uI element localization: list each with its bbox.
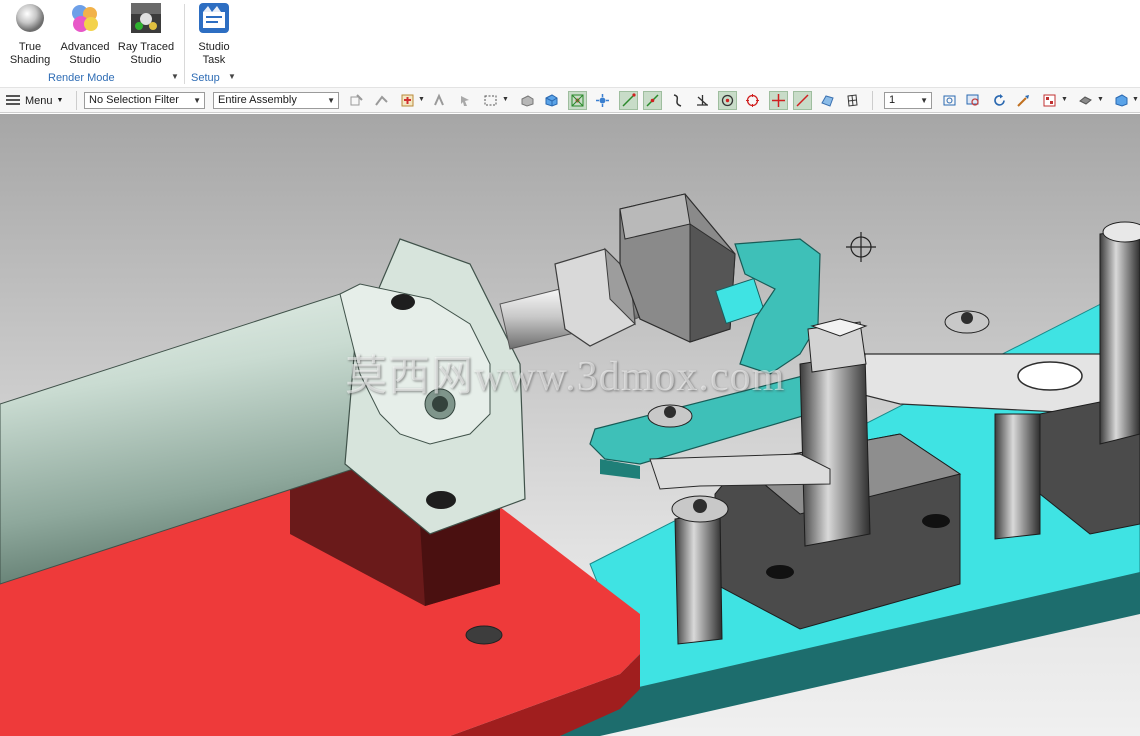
selection-filter-dropdown[interactable]: No Selection Filter ▼ [84,92,205,109]
orient-view-icon[interactable] [1112,91,1131,110]
snap-pattern-icon[interactable] [593,91,612,110]
layer-chevron-icon: ▼ [920,96,928,105]
watermark-text: 莫西网www.3dmox.com [345,354,786,400]
ray-traced-studio-label: Ray Traced Studio [117,41,175,66]
snap-existing-point-icon[interactable] [769,91,788,110]
selection-toolbar: Menu ▼ No Selection Filter ▼ Entire Asse… [0,88,1140,113]
menu-button[interactable]: Menu ▼ [5,92,63,109]
follow-selection-icon[interactable] [430,91,449,110]
ribbon-separator [184,4,185,84]
true-shading-icon [16,4,44,32]
menu-dropdown-icon: ▼ [56,97,64,104]
snap-curve-icon[interactable] [668,91,687,110]
display-mode-dropdown-icon[interactable]: ▼ [1061,96,1068,103]
select-pointer-icon[interactable] [456,91,475,110]
mount-hole-bottom [426,491,456,509]
snap-arc-center-icon[interactable] [718,91,737,110]
snap-endpoint-icon[interactable] [619,91,638,110]
studio-task-label: Studio Task [198,41,230,66]
clamp-post-left [674,511,723,645]
rotate-view-icon[interactable] [990,91,1009,110]
snap-body-icon[interactable] [518,91,537,110]
mount-hole-top [391,294,415,310]
snap-bounded-grid-icon[interactable] [843,91,862,110]
link-arm-left [649,453,831,490]
orient-view-dropdown-icon[interactable]: ▼ [1132,96,1139,103]
true-shading-label: True Shading [9,41,51,66]
selection-intent-dropdown-icon[interactable]: ▼ [418,96,425,103]
graphics-viewport[interactable]: 莫西网www.3dmox.com [0,114,1140,736]
ribbon: True Shading Advanced Studio Ray Traced … [0,0,1140,88]
advanced-studio-label: Advanced Studio [60,41,110,66]
rectangle-select-dropdown-icon[interactable]: ▼ [502,96,509,103]
select-feature-icon[interactable] [347,91,366,110]
crosshair-cursor-icon [846,232,876,262]
setup-expand-icon[interactable]: ▼ [228,72,236,81]
clamp-base-hole [766,565,794,579]
rendering-style-icon[interactable] [1076,91,1095,110]
toolbar-separator [76,91,77,110]
base-plate-hole [465,625,503,645]
snap-quadrant-icon[interactable] [743,91,762,110]
snap-point-icon[interactable] [568,91,587,110]
studio-task-button[interactable]: Studio Task [190,2,238,67]
setup-group-label: Setup [191,72,220,84]
cad-assembly-scene [0,193,1140,736]
zoom-view-icon[interactable] [964,91,983,110]
ray-traced-studio-icon [131,3,161,33]
pan-view-icon[interactable] [1014,91,1033,110]
menu-label: Menu [25,94,53,107]
layer-value: 1 [889,94,896,106]
true-shading-button[interactable]: True Shading [6,2,54,67]
render-mode-expand-icon[interactable]: ▼ [171,72,179,81]
menu-icon [6,95,20,105]
fit-view-icon[interactable] [940,91,959,110]
snap-on-face-icon[interactable] [818,91,837,110]
selection-intent-icon[interactable] [398,91,417,110]
advanced-studio-icon [72,5,98,32]
scope-value: Entire Assembly [218,94,297,106]
rendering-style-dropdown-icon[interactable]: ▼ [1097,96,1104,103]
clamp-post-main [799,353,871,547]
display-mode-icon[interactable] [1040,91,1059,110]
scope-dropdown[interactable]: Entire Assembly ▼ [213,92,339,109]
selection-filter-value: No Selection Filter [89,94,179,106]
snap-solid-icon[interactable] [542,91,561,110]
scope-chevron-icon: ▼ [327,96,335,105]
selection-filter-chevron-icon: ▼ [193,96,201,105]
snap-midpoint-icon[interactable] [643,91,662,110]
setup-group: Studio Task Setup ▼ [186,0,242,86]
snap-on-curve-icon[interactable] [793,91,812,110]
rectangle-select-icon[interactable] [481,91,500,110]
snap-intersection-icon[interactable] [693,91,712,110]
ray-traced-studio-button[interactable]: Ray Traced Studio [116,2,176,67]
select-body-icon[interactable] [372,91,391,110]
clamp-post-right [1099,228,1140,445]
render-mode-group-label: Render Mode [48,72,115,84]
layer-dropdown[interactable]: 1 ▼ [884,92,932,109]
toolbar-separator [872,91,873,110]
advanced-studio-button[interactable]: Advanced Studio [58,2,112,67]
render-mode-group: True Shading Advanced Studio Ray Traced … [0,0,182,86]
studio-task-icon [199,3,229,33]
link-pin [1017,361,1083,391]
